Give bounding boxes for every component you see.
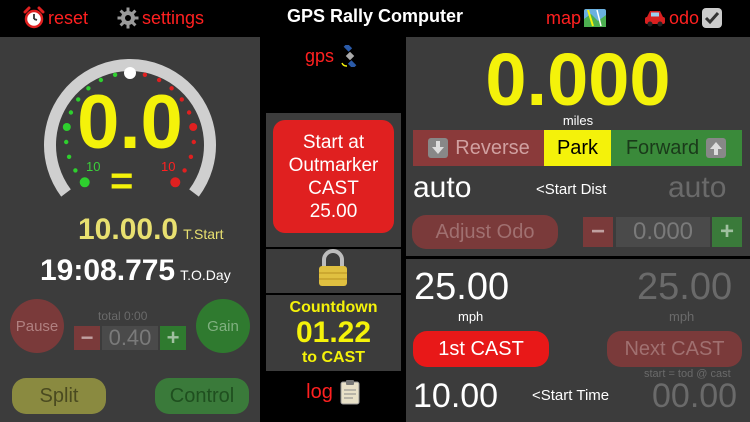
car-icon: [645, 11, 665, 27]
distance-readout: 0.000: [485, 38, 671, 121]
adjust-odo-button[interactable]: Adjust Odo: [412, 215, 558, 249]
next-cast-button[interactable]: Next CAST: [607, 331, 742, 367]
settings-label: settings: [142, 7, 205, 28]
cast-unit: mph: [458, 309, 484, 324]
distance-unit: miles: [562, 113, 594, 128]
forward-button[interactable]: Forward: [611, 130, 742, 166]
increment-button[interactable]: +: [160, 325, 186, 350]
start-line-1: Start at: [302, 131, 365, 153]
gear-icon: [117, 7, 139, 29]
reverse-label: Reverse: [455, 136, 530, 159]
gauge-tick: [79, 177, 90, 188]
map-button[interactable]: map: [546, 6, 607, 30]
gain-button[interactable]: Gain: [196, 299, 250, 353]
next-cast-value: 25.00: [637, 266, 733, 308]
forward-label: Forward: [625, 136, 700, 159]
start-time-label: <Start Time: [532, 387, 610, 404]
t-start-row: 10.00.0 T.Start: [78, 213, 224, 247]
decrement-button[interactable]: −: [74, 325, 100, 350]
log-button[interactable]: log: [262, 379, 405, 405]
start-line-2: Outmarker: [288, 154, 379, 176]
total-label: total 0:00: [98, 309, 148, 323]
split-button[interactable]: Split: [12, 378, 106, 414]
odo-adjust-field[interactable]: 0.000: [616, 217, 710, 247]
clipboard-icon: [340, 380, 360, 405]
tod-label: T.O.Day: [180, 267, 231, 283]
odometer-panel: 0.000 miles Reverse Park Forward auto <S…: [406, 37, 750, 256]
t-start-value: 10.00.0: [78, 213, 179, 246]
alarm-clock-icon: [23, 6, 45, 29]
gauge-tick: [170, 177, 181, 188]
countdown-label: Countdown: [289, 299, 378, 316]
next-start-time: 00.00: [652, 377, 738, 415]
gps-label: gps: [304, 45, 335, 66]
cast-value: 25.00: [414, 266, 510, 308]
control-button[interactable]: Control: [155, 378, 249, 414]
gauge-tick: [112, 72, 118, 77]
countdown-value: 01.22: [295, 316, 372, 349]
top-bar: reset settings GPS Rally Computer map od…: [0, 0, 750, 36]
app-title: GPS Rally Computer: [286, 6, 464, 26]
gauge-tick: [142, 72, 148, 77]
padlock-icon[interactable]: [315, 249, 351, 289]
gauge-low-label: 10: [86, 159, 101, 174]
park-button[interactable]: Park: [544, 130, 611, 166]
mode-left: auto: [413, 171, 472, 204]
arrow-down-icon: [428, 138, 449, 158]
satellite-icon: [341, 45, 357, 67]
map-label: map: [546, 7, 582, 28]
start-at-outmarker-button[interactable]: Start at Outmarker CAST 25.00: [273, 120, 394, 233]
reset-label: reset: [48, 7, 89, 28]
countdown-suffix: to CAST: [301, 349, 366, 366]
start-dist-label: <Start Dist: [536, 181, 607, 198]
t-start-label: T.Start: [183, 226, 224, 242]
gps-status: gps: [262, 45, 405, 67]
cast-panel: 25.00 mph 25.00 mph 1st CAST Next CAST s…: [406, 259, 750, 422]
countdown-block: Countdown 01.22 to CAST: [266, 295, 401, 371]
start-line-4: 25.00: [309, 200, 358, 222]
log-label: log: [306, 380, 333, 403]
odo-label: odo: [669, 7, 700, 28]
speed-readout: 0.0: [77, 80, 183, 165]
checkbox-checked-icon[interactable]: [701, 7, 723, 29]
odo-button[interactable]: odo: [643, 6, 723, 30]
start-time-value: 10.00: [413, 377, 499, 415]
gauge-tick: [182, 168, 187, 173]
odo-increment-button[interactable]: +: [712, 217, 742, 247]
first-cast-button[interactable]: 1st CAST: [413, 331, 549, 367]
arrow-up-icon: [706, 138, 727, 158]
adjust-value-field[interactable]: 0.40: [102, 326, 158, 350]
tod-row: 19:08.775 T.O.Day: [40, 254, 231, 288]
reset-button[interactable]: reset: [22, 6, 88, 30]
gauge-high-label: 10: [161, 159, 176, 174]
center-panel: gps Start at Outmarker CAST 25.00 Countd…: [262, 37, 405, 422]
pause-button[interactable]: Pause: [10, 299, 64, 353]
speed-status-indicator: =: [110, 159, 134, 203]
settings-button[interactable]: settings: [116, 6, 204, 30]
reverse-button[interactable]: Reverse: [413, 130, 544, 166]
start-line-3: CAST: [308, 177, 359, 199]
gauge-tick: [73, 168, 78, 173]
gauge-tick: [124, 67, 136, 79]
tod-value: 19:08.775: [40, 254, 176, 287]
mode-right: auto: [668, 171, 727, 204]
map-icon: [584, 9, 607, 27]
speed-panel: 0.0 = 10 10 10.00.0 T.Start 19:08.775 T.…: [0, 37, 260, 422]
odo-decrement-button[interactable]: −: [583, 217, 613, 247]
next-cast-unit: mph: [669, 309, 695, 324]
